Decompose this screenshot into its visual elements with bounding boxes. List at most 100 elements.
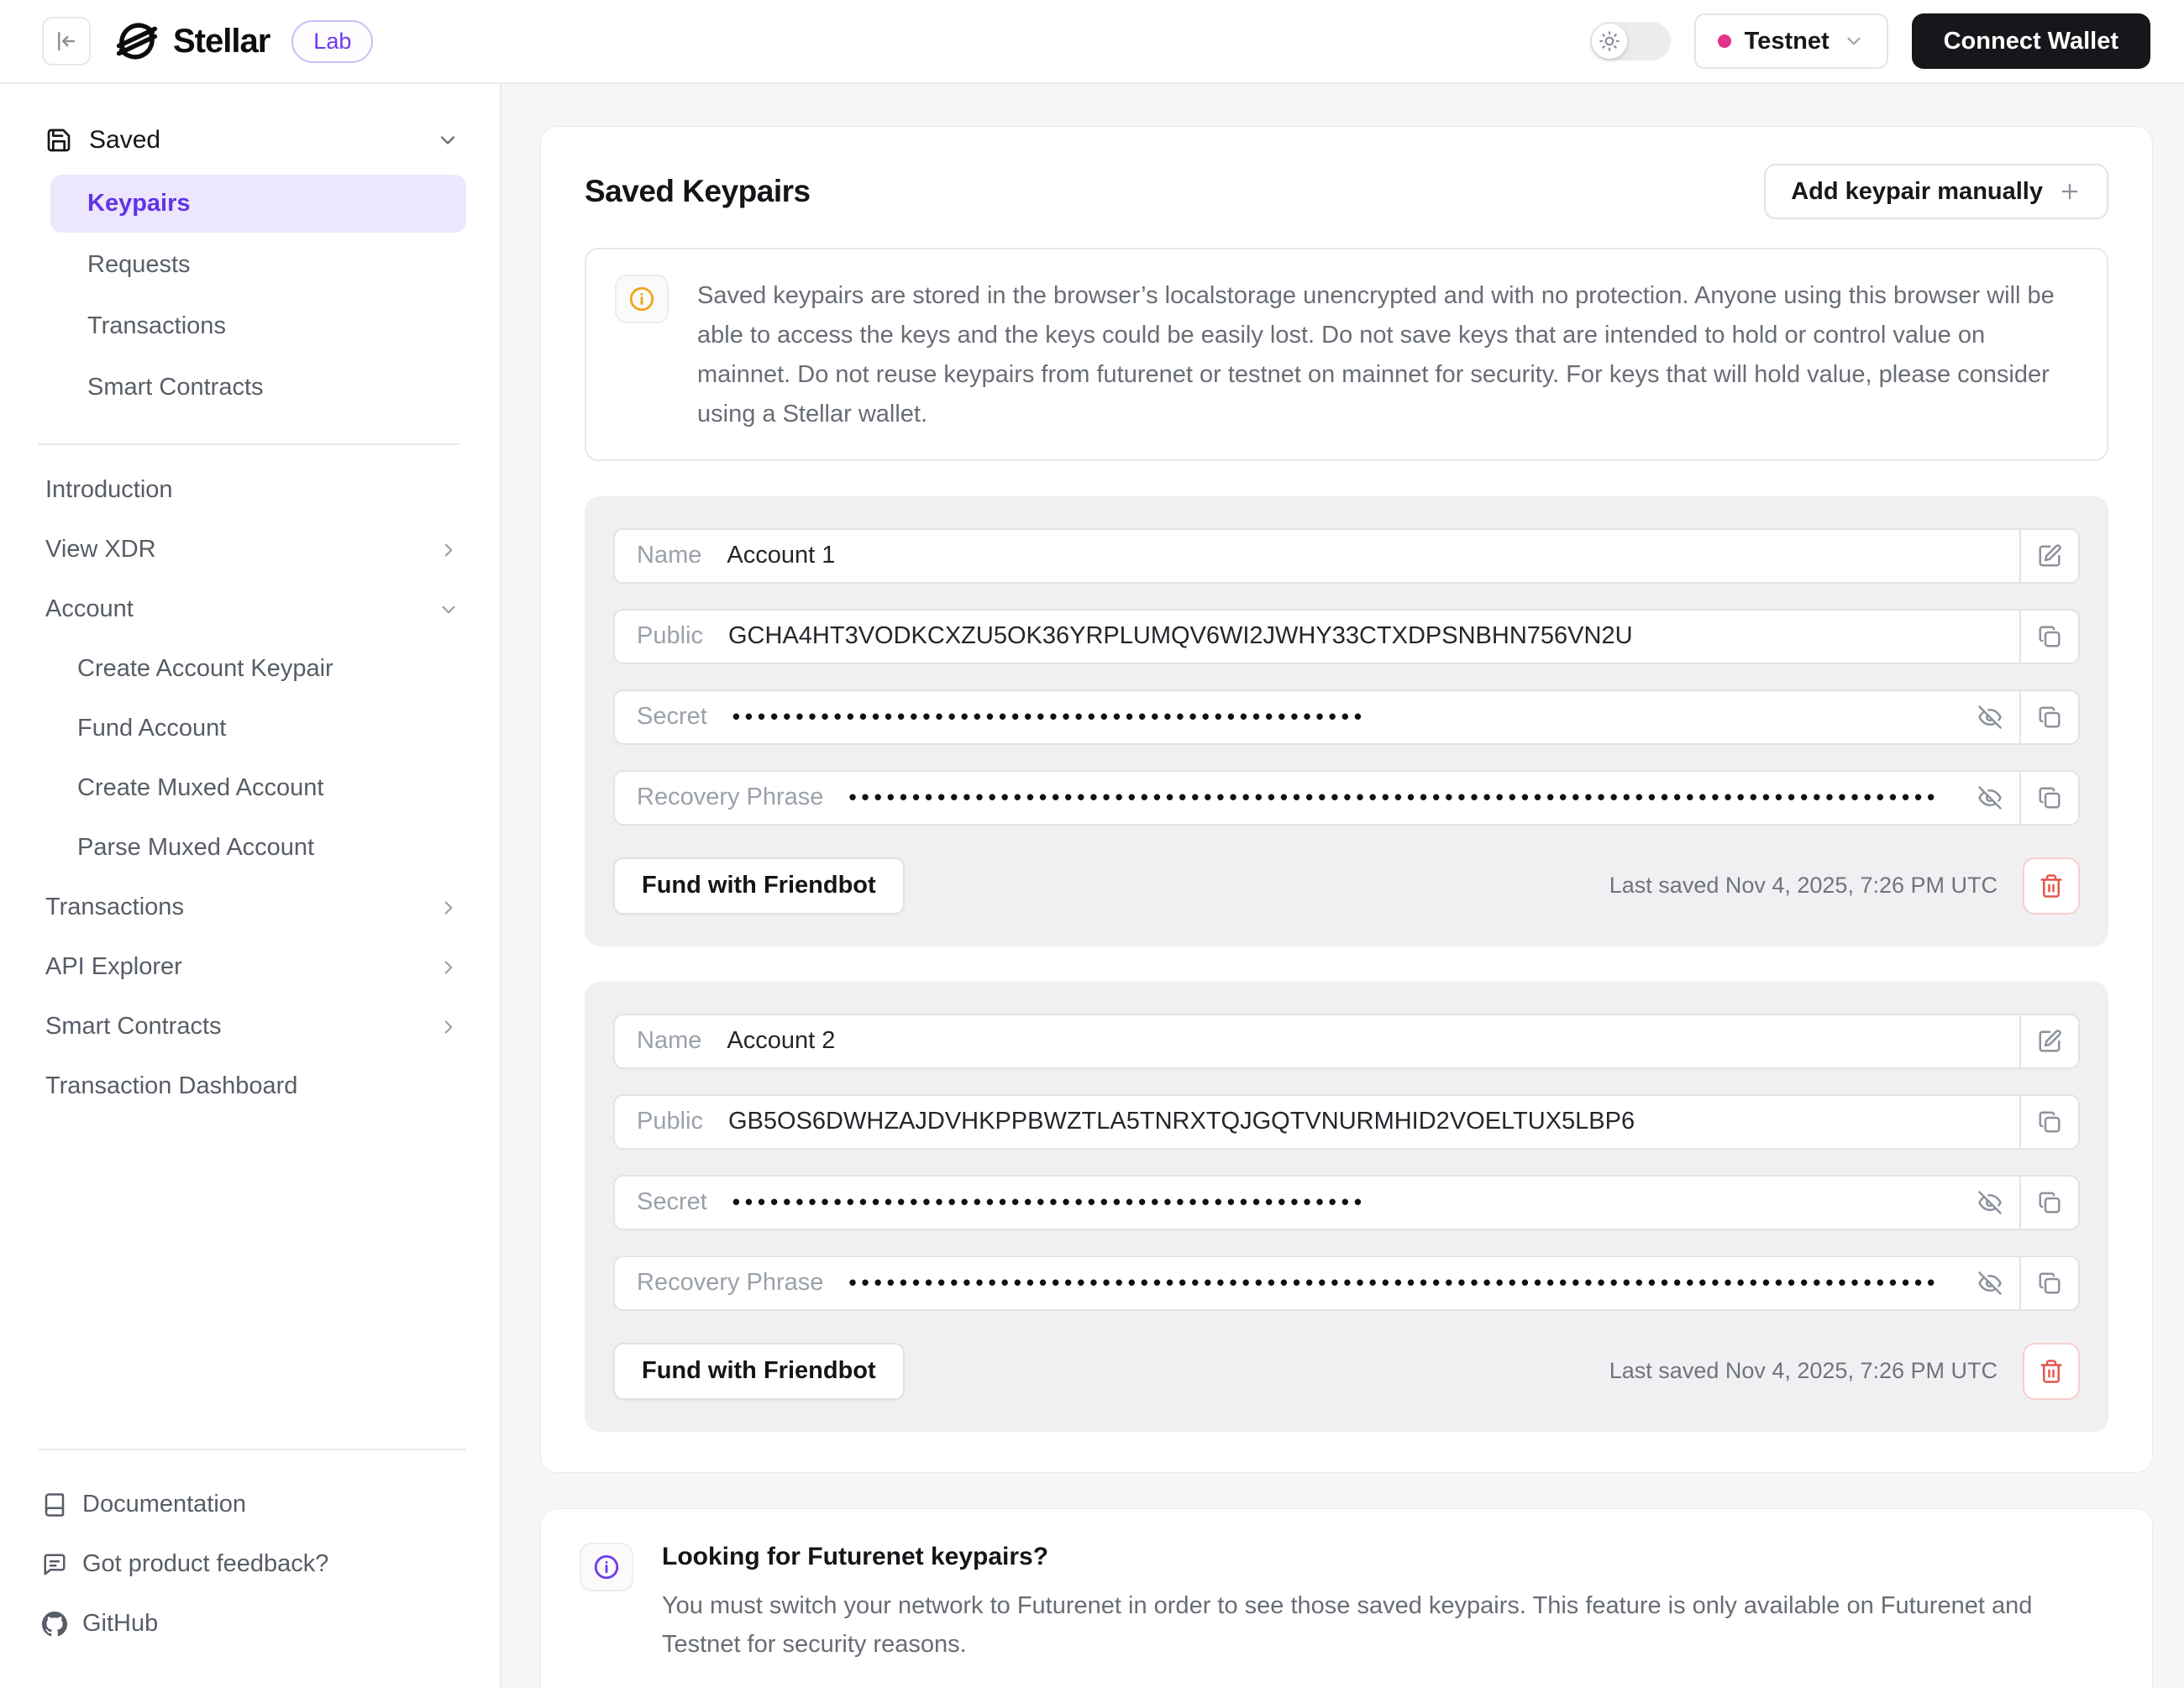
- plus-icon: [2058, 180, 2082, 203]
- public-label: Public: [615, 1096, 703, 1148]
- edit-icon[interactable]: [2019, 530, 2078, 582]
- sidebar: Saved Keypairs Requests Transactions Sma…: [0, 84, 501, 1688]
- sidebar-item-transactions-saved[interactable]: Transactions: [50, 297, 466, 355]
- security-warning-box: Saved keypairs are stored in the browser…: [585, 248, 2108, 461]
- stellar-logo-icon: [114, 18, 160, 64]
- sidebar-group-saved[interactable]: Saved: [39, 109, 466, 171]
- sidebar-item-view-xdr[interactable]: View XDR: [39, 520, 466, 579]
- sidebar-item-keypairs[interactable]: Keypairs: [50, 175, 466, 233]
- sidebar-item-create-account-keypair[interactable]: Create Account Keypair: [39, 639, 466, 699]
- main-content: Saved Keypairs Add keypair manually Save…: [501, 84, 2184, 1688]
- recovery-phrase-masked-value: ••••••••••••••••••••••••••••••••••••••••…: [848, 772, 1961, 824]
- sidebar-item-api-explorer[interactable]: API Explorer: [39, 937, 466, 997]
- copy-icon[interactable]: [2019, 1257, 2078, 1309]
- futurenet-notice-title: Looking for Futurenet keypairs?: [662, 1543, 2090, 1571]
- name-value[interactable]: Account 1: [727, 530, 2019, 582]
- collapse-sidebar-icon: [54, 29, 79, 54]
- recovery-phrase-field: Recovery Phrase ••••••••••••••••••••••••…: [613, 770, 2080, 826]
- keypair-card-account-1: Name Account 1 Public GCHA4HT3VODKCXZU5O…: [585, 496, 2108, 946]
- connect-wallet-button[interactable]: Connect Wallet: [1912, 13, 2150, 69]
- copy-icon[interactable]: [2019, 772, 2078, 824]
- top-header: Stellar Lab Testnet Connect Wallet: [0, 0, 2184, 84]
- fund-with-friendbot-button[interactable]: Fund with Friendbot: [613, 857, 905, 915]
- copy-icon[interactable]: [2019, 1096, 2078, 1148]
- last-saved-timestamp: Last saved Nov 4, 2025, 7:26 PM UTC: [1609, 1358, 1998, 1384]
- sidebar-item-fund-account[interactable]: Fund Account: [39, 699, 466, 758]
- sidebar-item-transaction-dashboard[interactable]: Transaction Dashboard: [39, 1056, 466, 1116]
- edit-icon[interactable]: [2019, 1015, 2078, 1067]
- eye-off-icon[interactable]: [1961, 772, 2019, 824]
- public-key-value[interactable]: GB5OS6DWHZAJDVHKPPBWZTLA5TNRXTQJGQTVNURM…: [728, 1096, 2019, 1148]
- sidebar-item-requests[interactable]: Requests: [50, 236, 466, 294]
- sidebar-item-smart-contracts-saved[interactable]: Smart Contracts: [50, 359, 466, 417]
- secret-label: Secret: [615, 691, 707, 743]
- chevron-down-icon: [1843, 30, 1865, 52]
- documentation-link[interactable]: Documentation: [39, 1479, 466, 1530]
- sidebar-item-account[interactable]: Account: [39, 579, 466, 639]
- sidebar-item-transactions[interactable]: Transactions: [39, 878, 466, 937]
- name-label: Name: [615, 1015, 701, 1067]
- network-status-dot: [1718, 34, 1731, 48]
- futurenet-notice: Looking for Futurenet keypairs? You must…: [540, 1508, 2153, 1688]
- sidebar-item-create-muxed-account[interactable]: Create Muxed Account: [39, 758, 466, 818]
- fund-with-friendbot-button[interactable]: Fund with Friendbot: [613, 1343, 905, 1400]
- chevron-down-icon: [436, 128, 459, 152]
- chevron-right-icon: [438, 957, 459, 978]
- sidebar-item-introduction[interactable]: Introduction: [39, 460, 466, 520]
- lab-badge: Lab: [291, 20, 373, 63]
- trash-icon: [2039, 873, 2064, 899]
- recovery-phrase-masked-value: ••••••••••••••••••••••••••••••••••••••••…: [848, 1257, 1961, 1309]
- recovery-phrase-field: Recovery Phrase ••••••••••••••••••••••••…: [613, 1256, 2080, 1311]
- collapse-sidebar-button[interactable]: [42, 17, 91, 66]
- eye-off-icon[interactable]: [1961, 1177, 2019, 1229]
- sidebar-item-parse-muxed-account[interactable]: Parse Muxed Account: [39, 818, 466, 878]
- sidebar-footer: Documentation Got product feedback? GitH…: [39, 1449, 466, 1649]
- public-key-field: Public GB5OS6DWHZAJDVHKPPBWZTLA5TNRXTQJG…: [613, 1094, 2080, 1150]
- name-value[interactable]: Account 2: [727, 1015, 2019, 1067]
- last-saved-timestamp: Last saved Nov 4, 2025, 7:26 PM UTC: [1609, 873, 1998, 899]
- sidebar-divider: [39, 443, 459, 445]
- saved-keypairs-panel: Saved Keypairs Add keypair manually Save…: [540, 126, 2153, 1473]
- warning-info-icon: [615, 275, 669, 323]
- copy-icon[interactable]: [2019, 691, 2078, 743]
- page-title: Saved Keypairs: [585, 174, 811, 209]
- recovery-phrase-label: Recovery Phrase: [615, 772, 823, 824]
- copy-icon[interactable]: [2019, 611, 2078, 663]
- name-field: Name Account 1: [613, 528, 2080, 584]
- public-key-value[interactable]: GCHA4HT3VODKCXZU5OK36YRPLUMQV6WI2JWHY33C…: [728, 611, 2019, 663]
- book-icon: [42, 1492, 67, 1518]
- recovery-phrase-label: Recovery Phrase: [615, 1257, 823, 1309]
- copy-icon[interactable]: [2019, 1177, 2078, 1229]
- network-label: Testnet: [1745, 28, 1830, 55]
- app-root: Stellar Lab Testnet Connect Wallet: [0, 0, 2184, 1688]
- stellar-logo[interactable]: Stellar Lab: [114, 18, 373, 64]
- secret-key-masked-value: ••••••••••••••••••••••••••••••••••••••••…: [732, 1177, 1961, 1229]
- futurenet-notice-body: You must switch your network to Futurene…: [662, 1586, 2090, 1664]
- secret-label: Secret: [615, 1177, 707, 1229]
- delete-keypair-button[interactable]: [2023, 1343, 2080, 1400]
- feedback-link[interactable]: Got product feedback?: [39, 1539, 466, 1590]
- info-icon: [580, 1543, 633, 1591]
- logo-text: Stellar: [173, 23, 270, 60]
- name-field: Name Account 2: [613, 1014, 2080, 1069]
- github-link[interactable]: GitHub: [39, 1598, 466, 1649]
- add-keypair-button[interactable]: Add keypair manually: [1764, 164, 2108, 219]
- delete-keypair-button[interactable]: [2023, 857, 2080, 915]
- secret-key-field: Secret •••••••••••••••••••••••••••••••••…: [613, 1175, 2080, 1230]
- eye-off-icon[interactable]: [1961, 1257, 2019, 1309]
- sun-icon: [1599, 30, 1620, 52]
- secret-key-masked-value: ••••••••••••••••••••••••••••••••••••••••…: [732, 691, 1961, 743]
- save-icon: [45, 127, 72, 154]
- name-label: Name: [615, 530, 701, 582]
- network-selector[interactable]: Testnet: [1694, 13, 1888, 69]
- github-icon: [42, 1612, 67, 1637]
- secret-key-field: Secret •••••••••••••••••••••••••••••••••…: [613, 689, 2080, 745]
- theme-toggle[interactable]: [1590, 22, 1671, 60]
- chevron-right-icon: [438, 539, 459, 561]
- public-label: Public: [615, 611, 703, 663]
- eye-off-icon[interactable]: [1961, 691, 2019, 743]
- feedback-icon: [42, 1552, 67, 1577]
- sidebar-group-saved-label: Saved: [89, 126, 160, 155]
- warning-text: Saved keypairs are stored in the browser…: [697, 275, 2078, 434]
- sidebar-item-smart-contracts[interactable]: Smart Contracts: [39, 997, 466, 1056]
